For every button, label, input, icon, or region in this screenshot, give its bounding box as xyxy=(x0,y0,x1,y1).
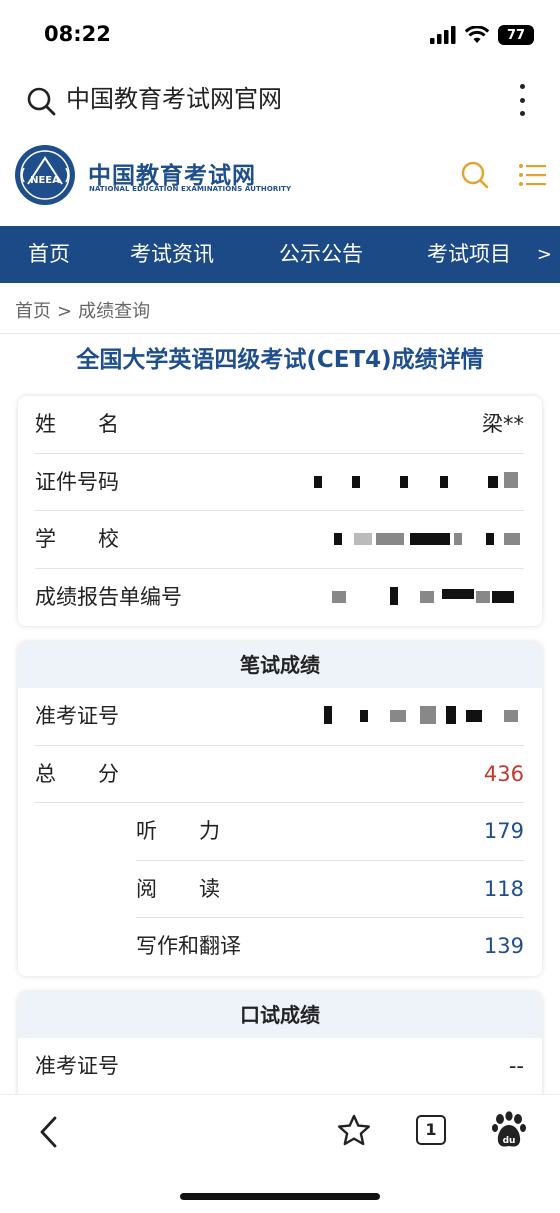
breadcrumb: 首页 > 成绩查询 xyxy=(15,297,150,323)
main-nav: 首页 考试资讯 公示公告 考试项目 > xyxy=(0,226,560,283)
total-score-label: 总 分 xyxy=(35,761,119,786)
browser-toolbar: 1 du xyxy=(0,1094,560,1213)
written-row-reading: 阅 读 118 xyxy=(18,861,542,919)
nav-item-home[interactable]: 首页 xyxy=(28,226,70,283)
report-number-label: 成绩报告单编号 xyxy=(35,584,182,609)
written-score-header: 笔试成绩 xyxy=(18,642,542,688)
oral-row-ticket: 准考证号 -- xyxy=(18,1038,542,1096)
redacted-ticket-number xyxy=(314,706,524,728)
info-row-id: 证件号码 xyxy=(18,454,542,512)
info-row-report-number: 成绩报告单编号 xyxy=(18,569,542,627)
written-row-ticket: 准考证号 xyxy=(18,688,542,746)
nav-item-notices[interactable]: 公示公告 xyxy=(279,226,363,283)
info-row-school: 学 校 xyxy=(18,511,542,569)
candidate-info-card: 姓 名 梁** 证件号码 学 校 成绩报告单编号 xyxy=(18,396,542,626)
browser-address-bar[interactable]: 中国教育考试网官网 xyxy=(0,70,560,130)
writing-translation-score: 139 xyxy=(483,934,524,958)
tabs-button[interactable]: 1 xyxy=(416,1115,446,1145)
battery-level: 77 xyxy=(506,27,526,43)
nav-more-arrow[interactable]: > xyxy=(537,226,552,283)
written-ticket-label: 准考证号 xyxy=(35,704,119,728)
redacted-school xyxy=(314,529,524,551)
back-icon[interactable] xyxy=(36,1115,62,1149)
written-row-writing: 写作和翻译 139 xyxy=(18,918,542,976)
menu-icon[interactable] xyxy=(518,162,546,188)
wifi-icon xyxy=(465,26,489,43)
reading-score: 118 xyxy=(483,876,524,901)
school-label: 学 校 xyxy=(35,527,119,551)
writing-translation-label: 写作和翻译 xyxy=(136,934,241,958)
name-label: 姓 名 xyxy=(35,412,119,436)
status-time: 08:22 xyxy=(44,22,111,46)
home-indicator xyxy=(180,1193,380,1200)
written-row-listening: 听 力 179 xyxy=(18,803,542,861)
name-value: 梁** xyxy=(482,412,524,436)
divider xyxy=(0,333,560,334)
neea-logo-icon[interactable]: NEEA xyxy=(14,144,76,206)
nav-item-exams[interactable]: 考试项目 xyxy=(427,226,511,283)
listening-label: 听 力 xyxy=(136,819,220,843)
star-bookmark-icon[interactable] xyxy=(336,1113,372,1149)
emblem-text: NEEA xyxy=(30,175,60,186)
battery-indicator: 77 xyxy=(498,25,534,45)
breadcrumb-separator: > xyxy=(57,301,73,322)
svg-text:du: du xyxy=(503,1136,516,1146)
reading-label: 阅 读 xyxy=(136,876,220,901)
site-search-icon[interactable] xyxy=(460,160,490,190)
more-vertical-icon[interactable] xyxy=(518,84,526,116)
oral-score-header: 口试成绩 xyxy=(18,992,542,1038)
status-icons: 77 xyxy=(430,24,534,46)
id-number-label: 证件号码 xyxy=(35,469,119,494)
breadcrumb-current: 成绩查询 xyxy=(78,301,151,322)
search-icon[interactable] xyxy=(26,86,56,116)
signal-icon xyxy=(430,26,456,44)
oral-ticket-label: 准考证号 xyxy=(35,1054,119,1078)
baidu-paw-icon[interactable]: du xyxy=(492,1111,526,1149)
status-bar: 08:22 77 xyxy=(0,0,560,70)
breadcrumb-home[interactable]: 首页 xyxy=(15,301,51,322)
site-name-en: NATIONAL EDUCATION EXAMINATIONS AUTHORIT… xyxy=(89,185,292,193)
page-title: 全国大学英语四级考试(CET4)成绩详情 xyxy=(76,347,484,373)
total-score-value: 436 xyxy=(483,761,524,786)
info-row-name: 姓 名 梁** xyxy=(18,396,542,454)
written-score-card: 笔试成绩 准考证号 总 分 436 听 力 179 阅 读 118 写作和翻译 … xyxy=(18,642,542,976)
browser-page-title[interactable]: 中国教育考试网官网 xyxy=(66,82,282,116)
redacted-report-number xyxy=(314,586,524,609)
oral-ticket-value: -- xyxy=(508,1054,524,1078)
site-header: NEEA 中国教育考试网 NATIONAL EDUCATION EXAMINAT… xyxy=(0,134,560,226)
redacted-id-number xyxy=(314,471,524,494)
written-row-total: 总 分 436 xyxy=(18,746,542,804)
nav-item-news[interactable]: 考试资讯 xyxy=(130,226,214,283)
listening-score: 179 xyxy=(483,819,524,843)
